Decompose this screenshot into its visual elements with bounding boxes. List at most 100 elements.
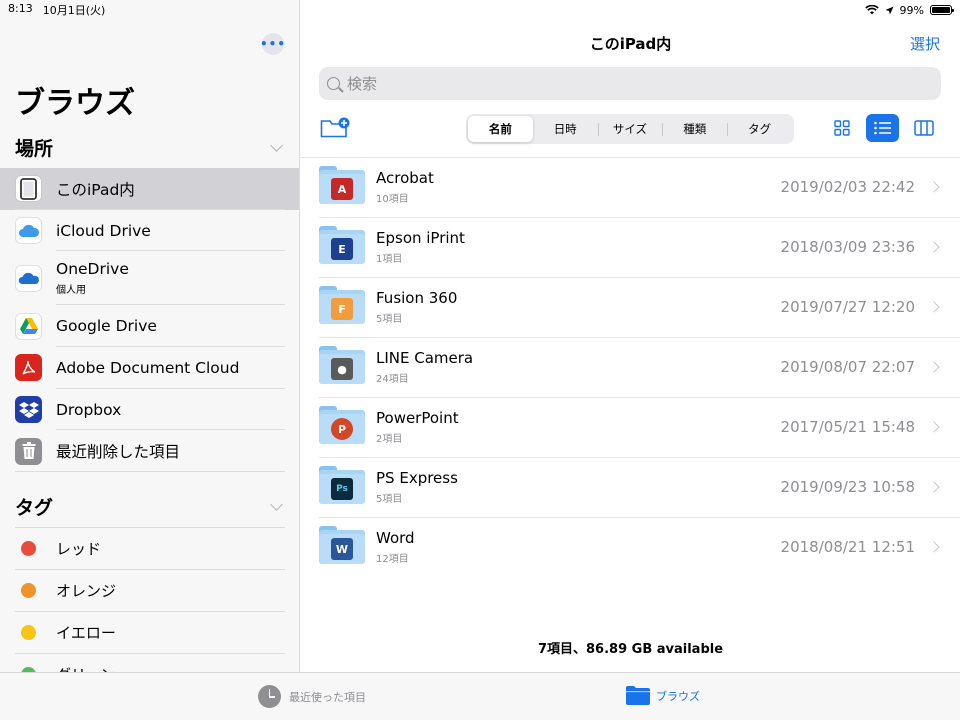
chevron-right-icon	[928, 541, 940, 553]
battery-percent: 99%	[899, 3, 924, 17]
chevron-right-icon	[928, 181, 940, 193]
chevron-down-icon	[270, 497, 283, 511]
icon-view-button[interactable]	[825, 114, 858, 142]
new-folder-button[interactable]	[320, 117, 350, 143]
sidebar-item-google-drive[interactable]: Google Drive	[0, 305, 299, 347]
status-date: 10月1日(火)	[42, 4, 106, 17]
folder-icon: A	[319, 166, 365, 204]
tags-header-label: タグ	[15, 496, 54, 519]
powerpoint-app-icon: P	[331, 418, 353, 440]
sidebar-item-dropbox[interactable]: Dropbox	[0, 389, 299, 431]
folder-icon: Ps	[319, 466, 365, 504]
file-list: A Acrobat 10項目 2019/02/03 22:42 E Epson …	[301, 157, 960, 577]
icloud-icon	[15, 217, 42, 245]
file-row-acrobat[interactable]: A Acrobat 10項目 2019/02/03 22:42	[301, 157, 960, 217]
grid-icon	[833, 120, 850, 136]
file-date: 2019/02/03 22:42	[780, 178, 915, 196]
trash-icon	[15, 437, 42, 465]
tag-label: グリーン	[56, 664, 115, 673]
file-row-powerpoint[interactable]: P PowerPoint 2項目 2017/05/21 15:48	[301, 397, 960, 457]
file-row-line-camera[interactable]: ● LINE Camera 24項目 2019/08/07 22:07	[301, 337, 960, 397]
locations-header-label: 場所	[15, 137, 54, 160]
sidebar-item-adobe-document-cloud[interactable]: Adobe Document Cloud	[0, 347, 299, 389]
tag-item-orange[interactable]: オレンジ	[0, 569, 299, 611]
file-row-word[interactable]: W Word 12項目 2018/08/21 12:51	[301, 517, 960, 577]
list-view-button[interactable]	[866, 114, 899, 142]
file-row-epson-iprint[interactable]: E Epson iPrint 1項目 2018/03/09 23:36	[301, 217, 960, 277]
clock-icon	[258, 685, 281, 708]
sidebar-item-on-my-ipad[interactable]: このiPad内	[0, 168, 299, 210]
sidebar-item-label: Adobe Document Cloud	[56, 358, 240, 377]
tag-label: レッド	[56, 539, 102, 558]
file-item-count: 24項目	[376, 374, 409, 385]
tag-item-red[interactable]: レッド	[0, 527, 299, 569]
file-name: Fusion 360	[376, 289, 458, 307]
file-name: Word	[376, 529, 415, 547]
chevron-right-icon	[928, 361, 940, 373]
file-row-ps-express[interactable]: Ps PS Express 5項目 2019/09/23 10:58	[301, 457, 960, 517]
tab-browse[interactable]: ブラウズ	[626, 686, 700, 705]
file-date: 2017/05/21 15:48	[780, 418, 915, 436]
onedrive-icon	[15, 264, 42, 292]
tag-item-yellow[interactable]: イエロー	[0, 611, 299, 653]
acrobat-app-icon: A	[331, 178, 353, 200]
file-item-count: 5項目	[376, 314, 403, 325]
chevron-down-icon	[270, 138, 283, 152]
page-title: このiPad内	[589, 35, 672, 53]
file-name: LINE Camera	[376, 349, 474, 367]
ipad-icon	[15, 175, 42, 203]
folder-icon	[626, 686, 650, 705]
search-placeholder: 検索	[347, 75, 378, 93]
column-view-button[interactable]	[907, 114, 940, 142]
file-date: 2018/08/21 12:51	[780, 538, 915, 556]
sidebar-item-icloud-drive[interactable]: iCloud Drive	[0, 210, 299, 252]
file-row-fusion-360[interactable]: F Fusion 360 5項目 2019/07/27 12:20	[301, 277, 960, 337]
sort-by-date[interactable]: 日時	[533, 116, 598, 142]
file-date: 2019/07/27 12:20	[780, 298, 915, 316]
sidebar-item-label: Dropbox	[56, 400, 122, 419]
sort-by-name[interactable]: 名前	[468, 116, 533, 142]
sidebar-item-recently-deleted[interactable]: 最近削除した項目	[0, 430, 299, 472]
tag-color-dot	[21, 540, 36, 556]
sidebar: ••• ブラウズ 場所 このiPad内 iCloud Drive OneDriv…	[0, 0, 300, 672]
file-date: 2019/09/23 10:58	[780, 478, 915, 496]
columns-icon	[913, 120, 934, 136]
file-name: PS Express	[376, 469, 458, 487]
tag-item-green[interactable]: グリーン	[0, 653, 299, 673]
file-item-count: 5項目	[376, 494, 403, 505]
chevron-right-icon	[928, 241, 940, 253]
file-name: PowerPoint	[376, 409, 459, 427]
folder-icon: ●	[319, 346, 365, 384]
sidebar-item-label: このiPad内	[56, 180, 135, 199]
file-date: 2018/03/09 23:36	[780, 238, 915, 256]
file-item-count: 2項目	[376, 434, 403, 445]
tab-recents[interactable]: 最近使った項目	[258, 685, 366, 708]
search-input[interactable]: 検索	[319, 67, 941, 100]
tab-recents-label: 最近使った項目	[289, 690, 366, 704]
select-button[interactable]: 選択	[910, 33, 940, 54]
sort-by-tags[interactable]: タグ	[727, 116, 792, 142]
sort-segmented-control: 名前 日時 サイズ 種類 タグ	[466, 114, 794, 144]
file-item-count: 12項目	[376, 554, 409, 565]
main-content: このiPad内 選択 検索 名前 日時 サイズ 種類 タグ A Acrobat …	[301, 0, 960, 672]
search-icon	[327, 77, 340, 90]
more-options-button[interactable]: •••	[260, 33, 285, 55]
tag-label: イエロー	[56, 623, 116, 642]
fusion-app-icon: F	[331, 298, 353, 320]
file-name: Acrobat	[376, 169, 434, 187]
locations-section-header[interactable]: 場所	[15, 135, 285, 160]
sidebar-item-label: iCloud Drive	[56, 221, 151, 240]
location-icon	[884, 5, 894, 15]
tags-section-header[interactable]: タグ	[15, 494, 285, 519]
sort-by-size[interactable]: サイズ	[597, 116, 663, 142]
sort-by-kind[interactable]: 種類	[662, 116, 727, 142]
sidebar-item-onedrive[interactable]: OneDrive 個人用	[0, 251, 299, 306]
tab-bar: 最近使った項目 ブラウズ	[0, 672, 960, 720]
tag-color-dot	[21, 624, 36, 640]
status-time: 8:13	[8, 2, 33, 15]
status-bar: 8:13 10月1日(火) 99%	[0, 0, 960, 20]
wifi-icon	[864, 5, 879, 15]
folder-icon: F	[319, 286, 365, 324]
sidebar-item-sublabel: 個人用	[56, 285, 86, 297]
tab-browse-label: ブラウズ	[656, 689, 700, 703]
